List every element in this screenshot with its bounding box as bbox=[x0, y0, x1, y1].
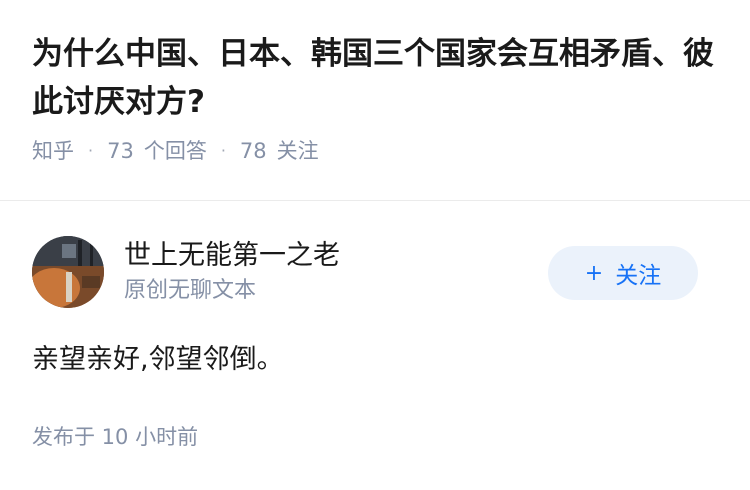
section-divider bbox=[0, 200, 750, 201]
answer-card: 世上无能第一之老 原创无聊文本 + 关注 亲望亲好,邻望邻倒。 bbox=[32, 236, 718, 380]
source-label[interactable]: 知乎 bbox=[32, 136, 74, 166]
author-row: 世上无能第一之老 原创无聊文本 + 关注 bbox=[32, 236, 718, 308]
follow-count-label: 关注 bbox=[276, 139, 319, 163]
separator-dot: · bbox=[220, 141, 226, 160]
follow-count: 78 bbox=[239, 139, 267, 163]
separator-dot: · bbox=[88, 141, 94, 160]
follow-button[interactable]: + 关注 bbox=[548, 246, 698, 300]
publish-time: 发布于 10 小时前 bbox=[32, 425, 199, 449]
author-info: 世上无能第一之老 原创无聊文本 bbox=[124, 238, 340, 306]
question-header: 为什么中国、日本、韩国三个国家会互相矛盾、彼此讨厌对方? 知乎 · 73 个回答… bbox=[32, 30, 722, 166]
author-bio: 原创无聊文本 bbox=[124, 278, 257, 303]
avatar[interactable] bbox=[32, 236, 104, 308]
plus-icon: + bbox=[584, 260, 604, 286]
answer-count: 73 bbox=[107, 139, 134, 163]
answer-content[interactable]: 亲望亲好,邻望邻倒。 bbox=[32, 340, 718, 380]
author-name[interactable]: 世上无能第一之老 bbox=[124, 238, 340, 274]
answer-count-label: 个回答 bbox=[143, 139, 207, 163]
follow-button-label: 关注 bbox=[615, 263, 662, 289]
question-title[interactable]: 为什么中国、日本、韩国三个国家会互相矛盾、彼此讨厌对方? bbox=[32, 30, 722, 126]
question-meta: 知乎 · 73 个回答 · 78 关注 bbox=[32, 136, 722, 166]
